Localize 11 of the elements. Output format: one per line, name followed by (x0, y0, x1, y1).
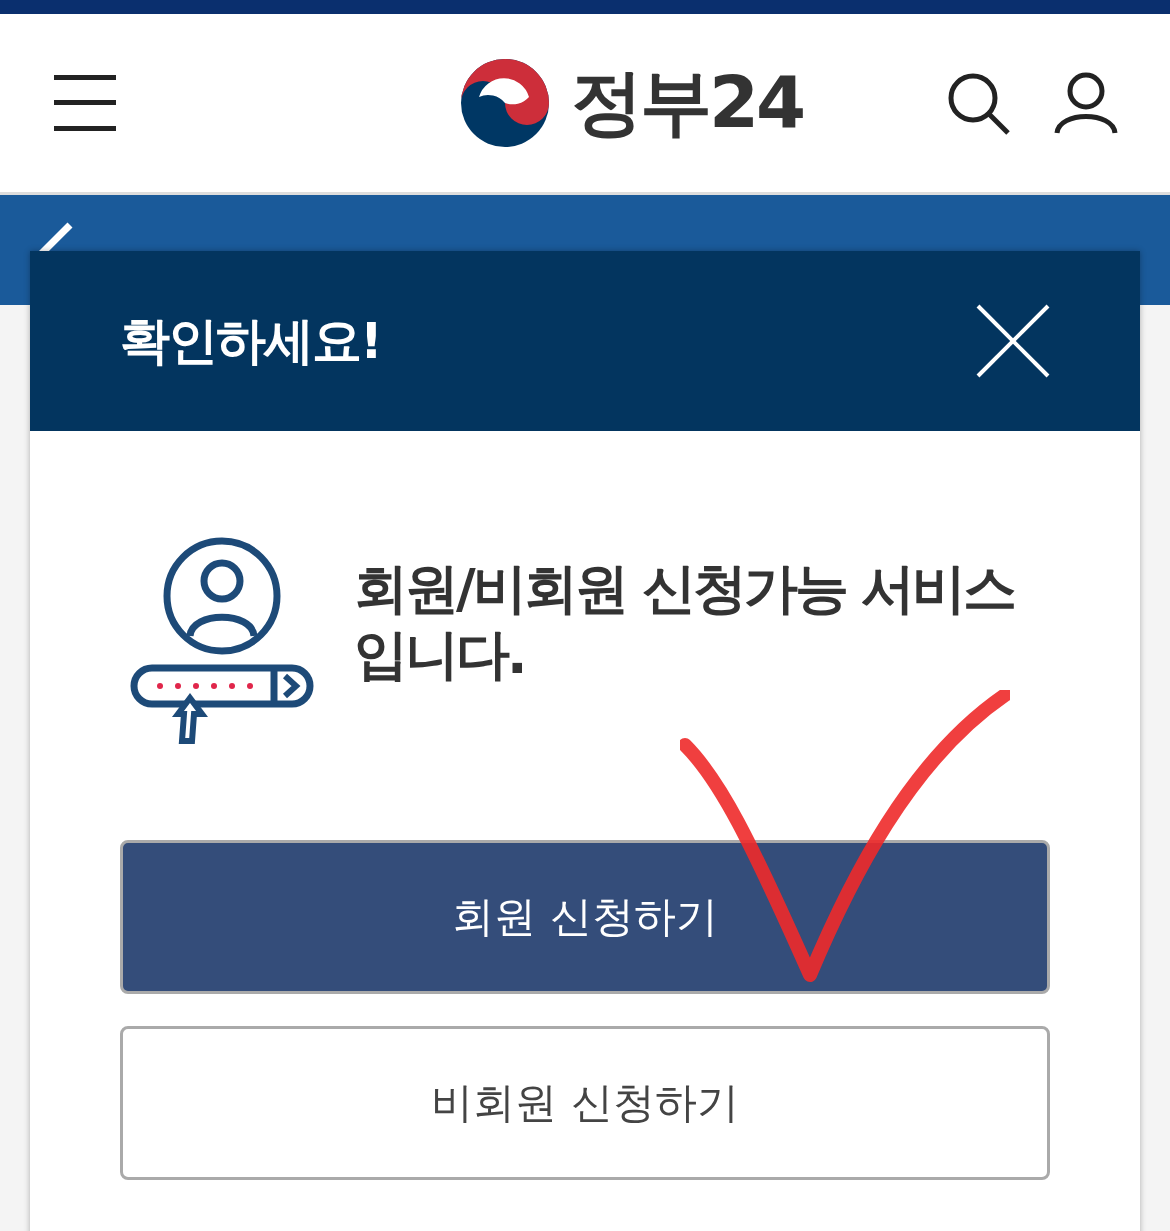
apply-button[interactable]: 회원 신청하기 (120, 840, 1050, 994)
user-icon[interactable] (1054, 71, 1118, 135)
dialog-message: 회원/비회원 신청가능 서비스 입니다. (354, 556, 1016, 688)
search-icon[interactable] (946, 71, 1010, 135)
dialog-title: 확인하세요! (120, 310, 381, 372)
logo-icon (458, 57, 551, 149)
logo-text[interactable]: 정부24 (570, 55, 804, 151)
menu-icon[interactable] (54, 75, 116, 131)
apply-button[interactable]: 비회원 신청하기 (120, 1026, 1050, 1180)
close-icon[interactable] (976, 304, 1050, 378)
user-login-icon (130, 536, 314, 746)
